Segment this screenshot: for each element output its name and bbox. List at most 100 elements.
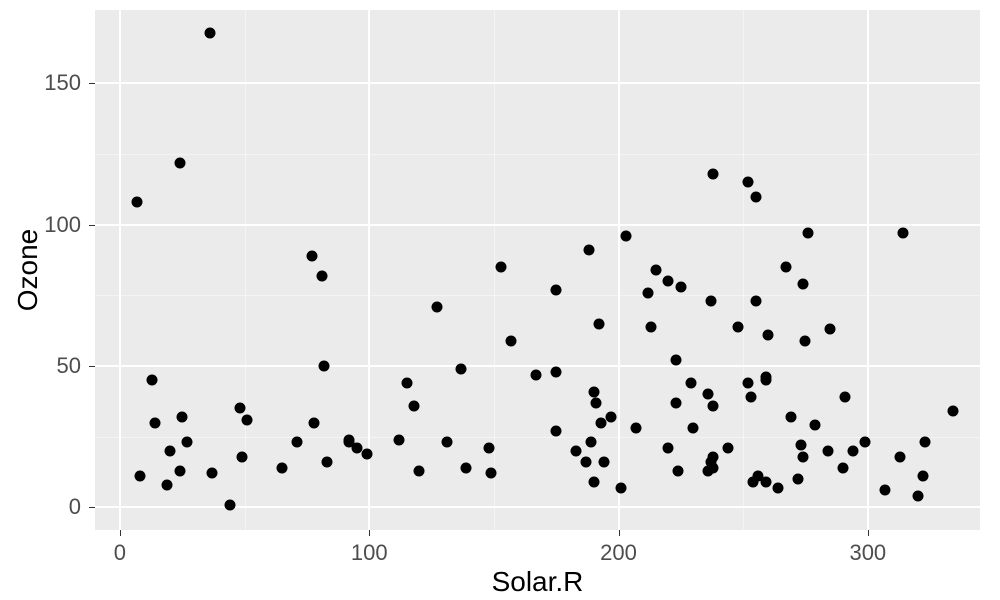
grid-minor-h [95, 154, 980, 155]
data-point [483, 443, 494, 454]
data-point [291, 437, 302, 448]
data-point [461, 462, 472, 473]
data-point [174, 157, 185, 168]
data-point [616, 482, 627, 493]
data-point [663, 276, 674, 287]
data-point [596, 417, 607, 428]
data-point [673, 465, 684, 476]
data-point [321, 457, 332, 468]
data-point [733, 321, 744, 332]
data-point [708, 400, 719, 411]
data-point [149, 417, 160, 428]
data-point [496, 262, 507, 273]
data-point [551, 284, 562, 295]
data-point [663, 443, 674, 454]
data-point [750, 296, 761, 307]
data-point [800, 335, 811, 346]
data-point [785, 411, 796, 422]
data-point [621, 231, 632, 242]
data-point [745, 392, 756, 403]
data-point [351, 443, 362, 454]
data-point [798, 451, 809, 462]
data-point [132, 197, 143, 208]
data-point [409, 400, 420, 411]
data-point [583, 245, 594, 256]
y-tick-label: 150 [44, 70, 95, 96]
data-point [182, 437, 193, 448]
data-point [675, 281, 686, 292]
grid-major-v [618, 10, 620, 530]
data-point [703, 389, 714, 400]
data-point [591, 397, 602, 408]
y-axis-title: Ozone [12, 229, 44, 312]
data-point [319, 361, 330, 372]
data-point [571, 445, 582, 456]
data-point [793, 474, 804, 485]
data-point [947, 406, 958, 417]
data-point [810, 420, 821, 431]
data-point [147, 375, 158, 386]
data-point [880, 485, 891, 496]
data-point [394, 434, 405, 445]
data-point [588, 386, 599, 397]
data-point [531, 369, 542, 380]
data-point [361, 448, 372, 459]
data-point [630, 423, 641, 434]
data-point [847, 445, 858, 456]
data-point [763, 330, 774, 341]
data-point [895, 451, 906, 462]
data-point [750, 191, 761, 202]
data-point [920, 437, 931, 448]
grid-major-v [867, 10, 869, 530]
data-point [551, 426, 562, 437]
data-point [242, 414, 253, 425]
data-point [822, 445, 833, 456]
data-point [414, 465, 425, 476]
grid-minor-h [95, 437, 980, 438]
data-point [708, 462, 719, 473]
data-point [897, 228, 908, 239]
data-point [162, 479, 173, 490]
x-axis-title: Solar.R [95, 566, 980, 598]
data-point [643, 287, 654, 298]
data-point [670, 355, 681, 366]
data-point [204, 27, 215, 38]
data-point [748, 476, 759, 487]
data-point [456, 363, 467, 374]
data-point [598, 457, 609, 468]
data-point [224, 499, 235, 510]
data-point [593, 318, 604, 329]
data-point [164, 445, 175, 456]
data-point [441, 437, 452, 448]
data-point [207, 468, 218, 479]
grid-major-h [95, 82, 980, 84]
data-point [401, 378, 412, 389]
x-tick-label: 100 [351, 530, 388, 566]
data-point [344, 434, 355, 445]
data-point [586, 437, 597, 448]
grid-minor-v [494, 10, 495, 530]
data-point [276, 462, 287, 473]
data-point [760, 476, 771, 487]
data-point [860, 437, 871, 448]
data-point [798, 279, 809, 290]
data-point [723, 443, 734, 454]
data-point [234, 403, 245, 414]
grid-major-h [95, 224, 980, 226]
data-point [773, 482, 784, 493]
data-point [650, 265, 661, 276]
data-point [917, 471, 928, 482]
data-point [551, 366, 562, 377]
data-point [837, 462, 848, 473]
x-tick-label: 200 [600, 530, 637, 566]
data-point [506, 335, 517, 346]
data-point [431, 301, 442, 312]
data-point [316, 270, 327, 281]
y-tick-label: 50 [57, 353, 95, 379]
data-point [134, 471, 145, 482]
data-point [825, 324, 836, 335]
data-point [309, 417, 320, 428]
plot-panel: 0501001500100200300 [95, 10, 980, 530]
grid-minor-v [743, 10, 744, 530]
data-point [780, 262, 791, 273]
